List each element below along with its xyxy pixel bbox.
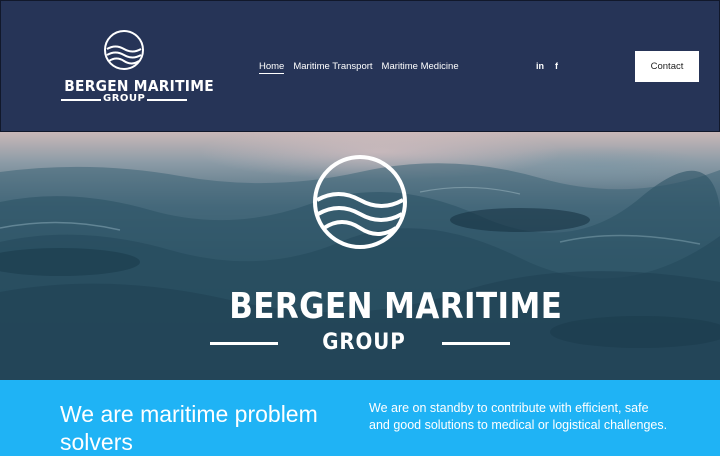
hero-subtitle: GROUP [322,330,406,355]
facebook-icon[interactable]: f [555,61,558,71]
nav-item-home[interactable]: Home [259,61,285,74]
intro-headline: We are maritime problem solvers [60,401,318,455]
brand-logo[interactable]: BERGEN MARITIME GROUP [59,27,214,107]
hero-title: BERGEN MARITIME [229,286,563,327]
hero-logo: BERGEN MARITIME GROUP [208,154,563,359]
waves-logo-icon [104,30,144,70]
nav-item-maritime-medicine[interactable]: Maritime Medicine [382,61,459,74]
site-header: BERGEN MARITIME GROUP Home Maritime Tran… [0,0,720,132]
hero-rule-right [442,342,510,345]
main-nav: Home Maritime Transport Maritime Medicin… [259,61,459,74]
hero-rule-left [210,342,278,345]
contact-button[interactable]: Contact [635,51,699,82]
intro-description: We are on standby to contribute with eff… [369,401,668,432]
brand-rule-left [61,99,101,101]
linkedin-icon[interactable]: in [536,61,544,71]
social-links: in f [536,61,558,71]
waves-logo-icon [313,155,407,249]
hero-banner: BERGEN MARITIME GROUP [0,132,720,380]
brand-rule-right [147,99,187,101]
nav-item-maritime-transport[interactable]: Maritime Transport [293,61,372,74]
intro-section: We are maritime problem solvers We are o… [0,380,720,455]
brand-subname: GROUP [103,93,146,104]
